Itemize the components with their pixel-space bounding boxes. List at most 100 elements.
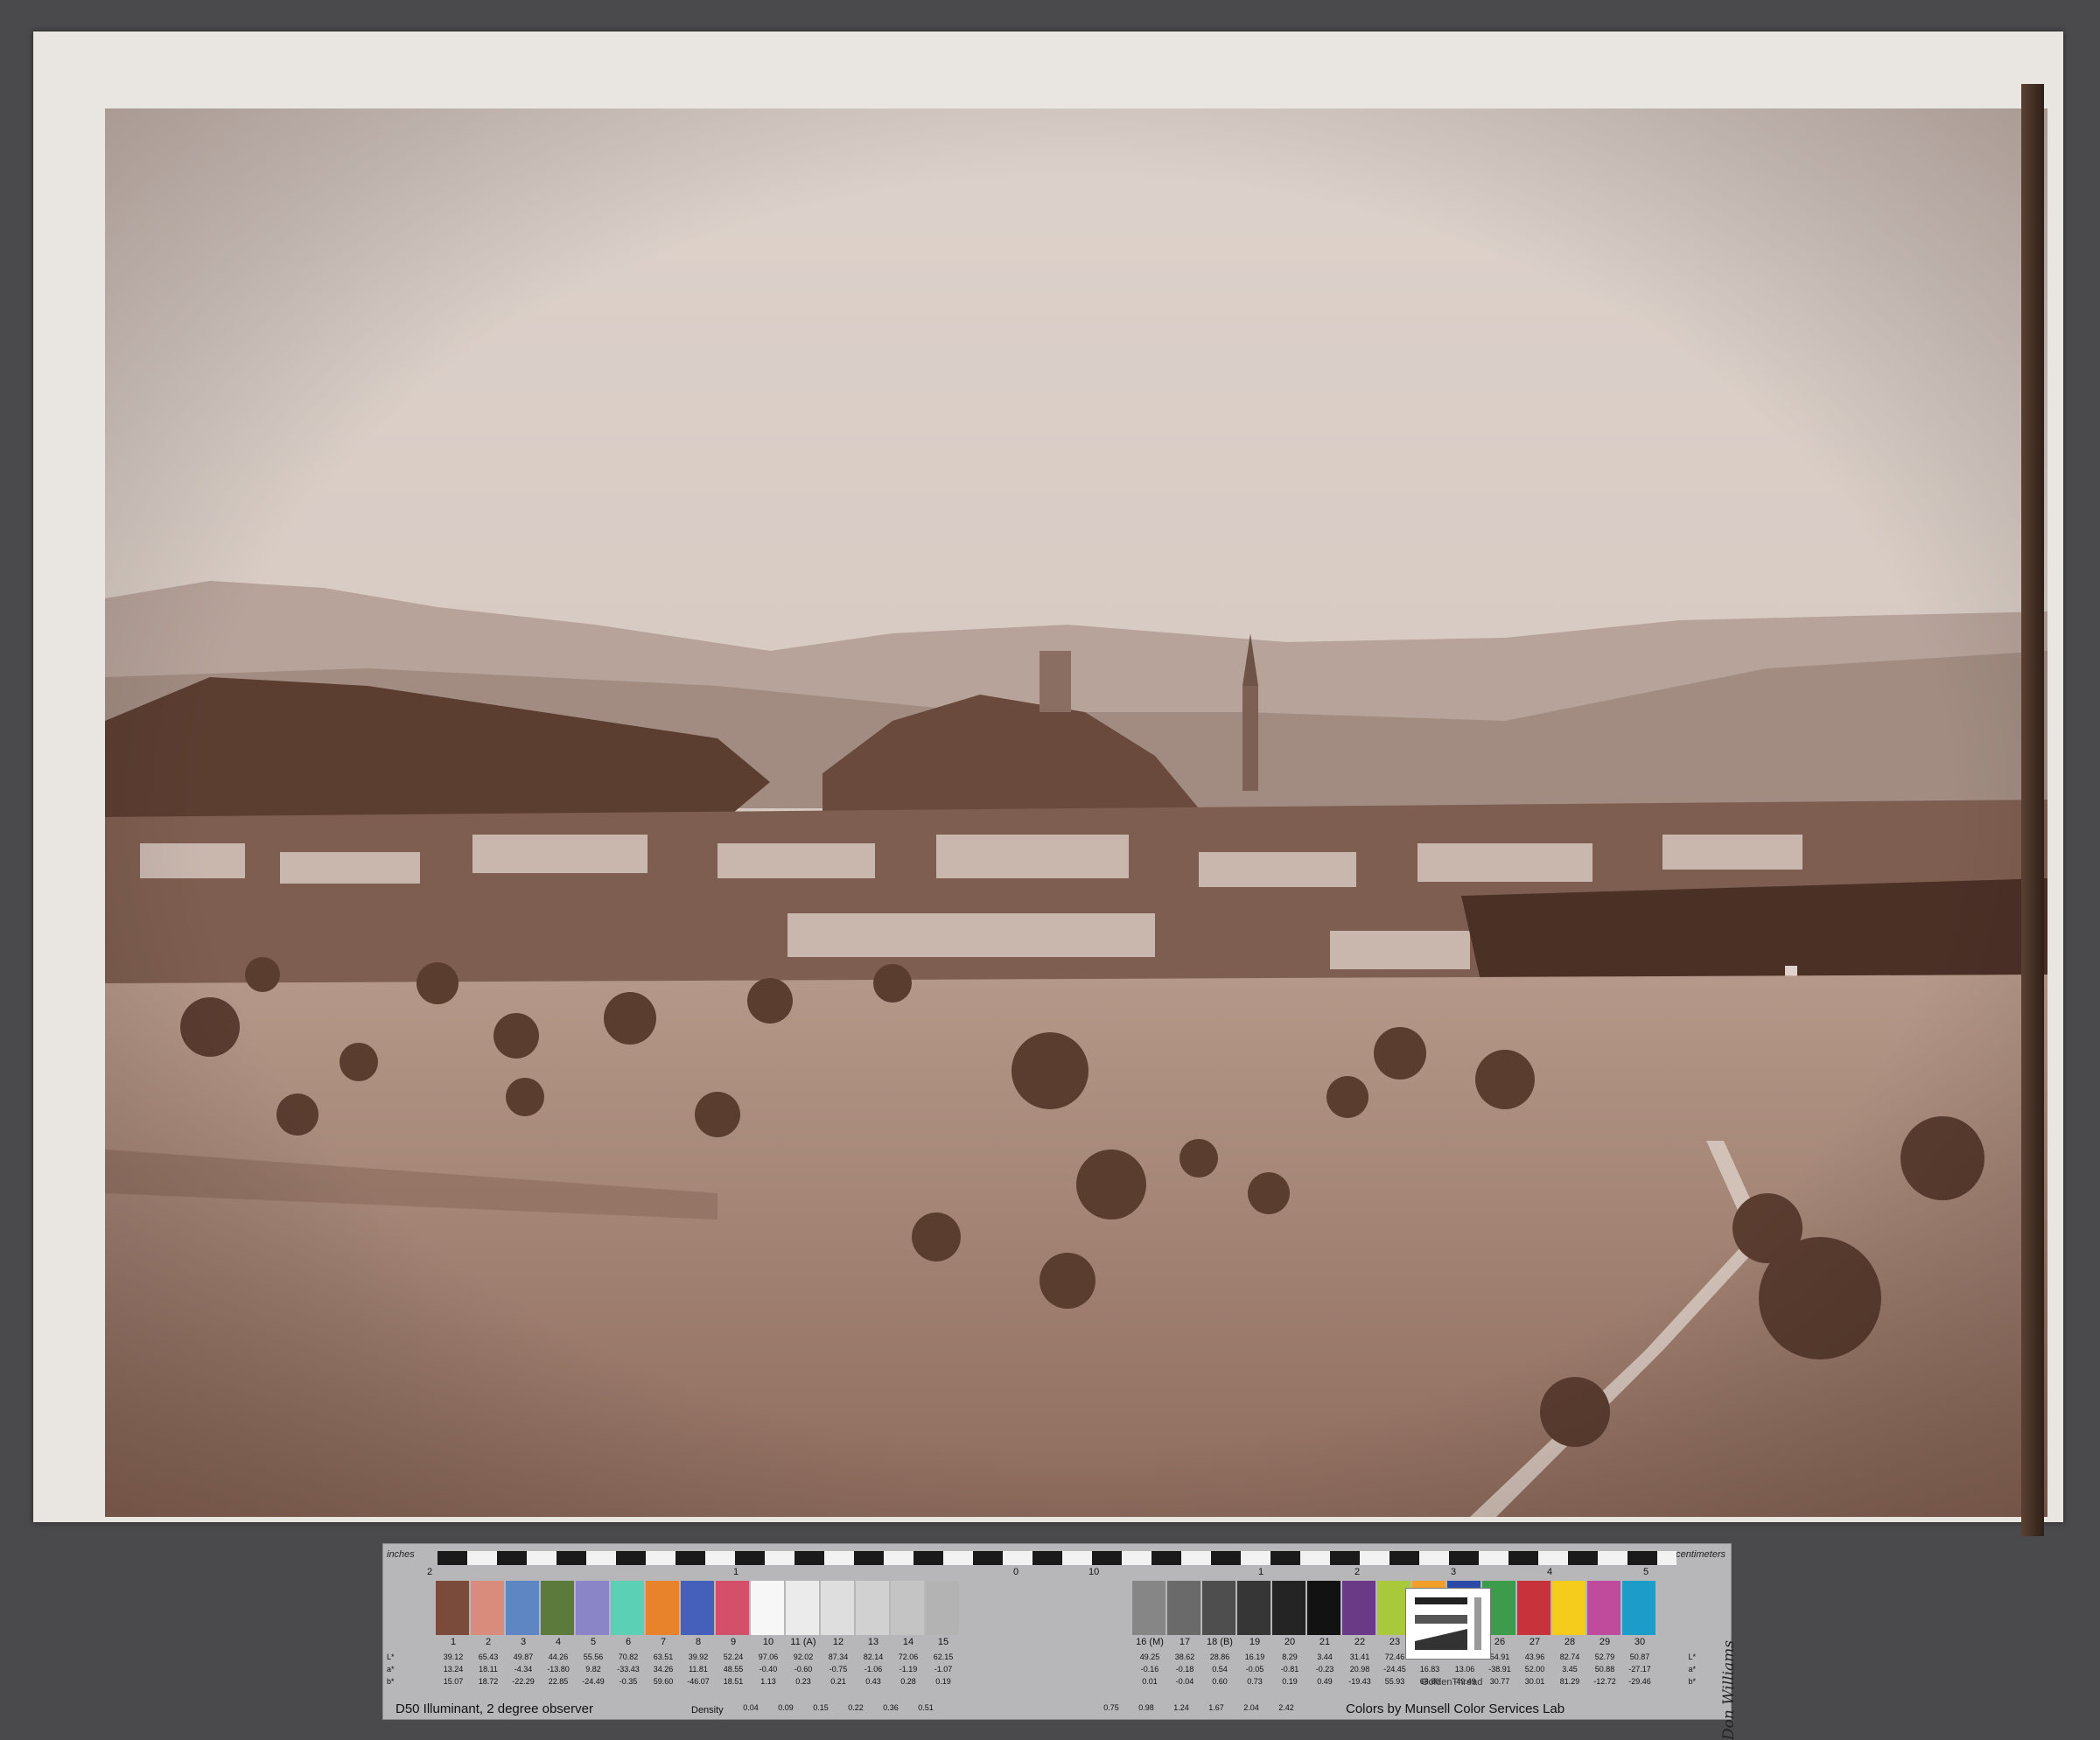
- patch-a-value: -0.18: [1175, 1665, 1194, 1674]
- swatch-29: [1587, 1581, 1622, 1635]
- patch-a-value: -13.80: [547, 1665, 570, 1674]
- swatch-14: [891, 1581, 926, 1635]
- photo-mount: [33, 31, 2063, 1536]
- patch-a-value: 50.88: [1594, 1665, 1615, 1674]
- swatch-21: [1307, 1581, 1342, 1635]
- patch-L-value: 52.79: [1594, 1653, 1615, 1661]
- density-value: 0.09: [778, 1703, 794, 1712]
- goldenthread-target-logo: [1405, 1588, 1491, 1660]
- patch-b-value: 59.60: [653, 1677, 674, 1686]
- swatch-18 (B): [1202, 1581, 1237, 1635]
- patch-L-value: 16.19: [1244, 1653, 1265, 1661]
- measurement-ruler: [438, 1551, 1676, 1565]
- patch-L-value: 3.44: [1317, 1653, 1333, 1661]
- row-label-a-right: a*: [1688, 1665, 1696, 1674]
- patch-number: 9: [730, 1637, 737, 1647]
- swatch-7: [646, 1581, 681, 1635]
- patch-b-value: -19.43: [1348, 1677, 1371, 1686]
- patch-number: 22: [1354, 1637, 1366, 1647]
- patch-L-value: 55.56: [583, 1653, 604, 1661]
- patch-a-value: -1.07: [934, 1665, 953, 1674]
- patch-a-value: 52.00: [1524, 1665, 1545, 1674]
- patch-a-value: 20.98: [1349, 1665, 1370, 1674]
- patch-b-value: 1.13: [760, 1677, 776, 1686]
- patch-a-value: -0.40: [759, 1665, 778, 1674]
- target-mini-chart-icon: [1415, 1597, 1481, 1650]
- patch-a-value: 16.83: [1419, 1665, 1440, 1674]
- density-values-left: 0.04 0.09 0.15 0.22 0.36 0.51: [733, 1703, 943, 1712]
- patch-L-value: 39.92: [688, 1653, 709, 1661]
- L-values-left: 39.12 65.43 49.87 44.26 55.56 70.82 63.51 39.92…: [436, 1653, 961, 1661]
- signature: Don Williams: [1720, 1640, 1738, 1740]
- row-label-L: L*: [387, 1653, 395, 1661]
- patch-b-value: 22.85: [548, 1677, 569, 1686]
- ruler-num-right-4: 4: [1547, 1567, 1553, 1577]
- patch-a-value: 9.82: [585, 1665, 601, 1674]
- swatch-6: [611, 1581, 646, 1635]
- patch-b-value: 0.43: [865, 1677, 881, 1686]
- ruler-num-right-2: 2: [1354, 1567, 1361, 1577]
- photograph-scene: [105, 108, 2048, 1517]
- density-value: 2.04: [1243, 1703, 1259, 1712]
- ruler-num-right-3: 3: [1451, 1567, 1457, 1577]
- patch-number: 18 (B): [1207, 1637, 1233, 1647]
- swatch-27: [1517, 1581, 1552, 1635]
- a-values-left: 13.24 18.11 -4.34 -13.80 9.82 -33.43 34.26 11.8…: [436, 1665, 961, 1674]
- patch-L-value: 50.87: [1629, 1653, 1650, 1661]
- patch-b-value: -22.29: [512, 1677, 535, 1686]
- density-value: 0.51: [918, 1703, 934, 1712]
- patch-number: 3: [520, 1637, 527, 1647]
- patch-b-value: -0.04: [1175, 1677, 1194, 1686]
- swatch-8: [681, 1581, 716, 1635]
- patch-L-value: 31.41: [1349, 1653, 1370, 1661]
- ruler-num-right-5: 5: [1643, 1567, 1649, 1577]
- patch-number: 28: [1564, 1637, 1576, 1647]
- swatch-28: [1552, 1581, 1587, 1635]
- patch-number: 27: [1529, 1637, 1541, 1647]
- patch-number: 2: [485, 1637, 492, 1647]
- patch-b-value: -46.07: [687, 1677, 710, 1686]
- patch-b-value: 0.73: [1247, 1677, 1263, 1686]
- sepia-photograph: [105, 108, 2048, 1517]
- swatch-1: [436, 1581, 471, 1635]
- patch-a-value: -38.91: [1488, 1665, 1511, 1674]
- patch-b-value: -29.46: [1628, 1677, 1651, 1686]
- ruler-num-left-2: 0: [1013, 1567, 1019, 1577]
- patch-L-value: 87.34: [828, 1653, 849, 1661]
- patch-L-value: 28.86: [1209, 1653, 1230, 1661]
- patch-b-value: 55.93: [1384, 1677, 1405, 1686]
- swatch-30: [1622, 1581, 1657, 1635]
- patch-b-value: 18.51: [723, 1677, 744, 1686]
- patch-L-value: 8.29: [1282, 1653, 1298, 1661]
- row-label-a: a*: [387, 1665, 395, 1674]
- patch-b-value: 30.77: [1489, 1677, 1510, 1686]
- swatch-10: [751, 1581, 786, 1635]
- patch-a-value: -0.75: [829, 1665, 848, 1674]
- patch-L-value: 70.82: [618, 1653, 639, 1661]
- munsell-caption: Colors by Munsell Color Services Lab: [1346, 1702, 1565, 1716]
- left-patch-numbers: 1 2 3 4 5 6 7 8 9 10 11 (A) 12 13 14 15: [436, 1637, 961, 1647]
- patch-a-value: 3.45: [1562, 1665, 1578, 1674]
- left-swatch-row: [436, 1581, 961, 1635]
- swatch-19: [1237, 1581, 1272, 1635]
- patch-number: 1: [450, 1637, 457, 1647]
- patch-number: 15: [937, 1637, 949, 1647]
- patch-L-value: 72.06: [898, 1653, 919, 1661]
- patch-a-value: 34.26: [653, 1665, 674, 1674]
- patch-a-value: 11.81: [689, 1665, 708, 1674]
- patch-a-value: -0.81: [1280, 1665, 1299, 1674]
- patch-b-value: 0.28: [900, 1677, 916, 1686]
- patch-b-value: 30.01: [1524, 1677, 1545, 1686]
- illuminant-caption: D50 Illuminant, 2 degree observer: [396, 1702, 593, 1716]
- swatch-11 (A): [786, 1581, 821, 1635]
- density-value: 0.04: [743, 1703, 759, 1712]
- density-value: 0.75: [1103, 1703, 1119, 1712]
- patch-b-value: 81.29: [1559, 1677, 1580, 1686]
- patch-a-value: -24.45: [1383, 1665, 1406, 1674]
- patch-number: 16 (M): [1136, 1637, 1164, 1647]
- patch-L-value: 52.24: [723, 1653, 744, 1661]
- patch-b-value: -0.35: [619, 1677, 638, 1686]
- patch-number: 19: [1249, 1637, 1261, 1647]
- patch-L-value: 92.02: [793, 1653, 814, 1661]
- patch-number: 7: [660, 1637, 667, 1647]
